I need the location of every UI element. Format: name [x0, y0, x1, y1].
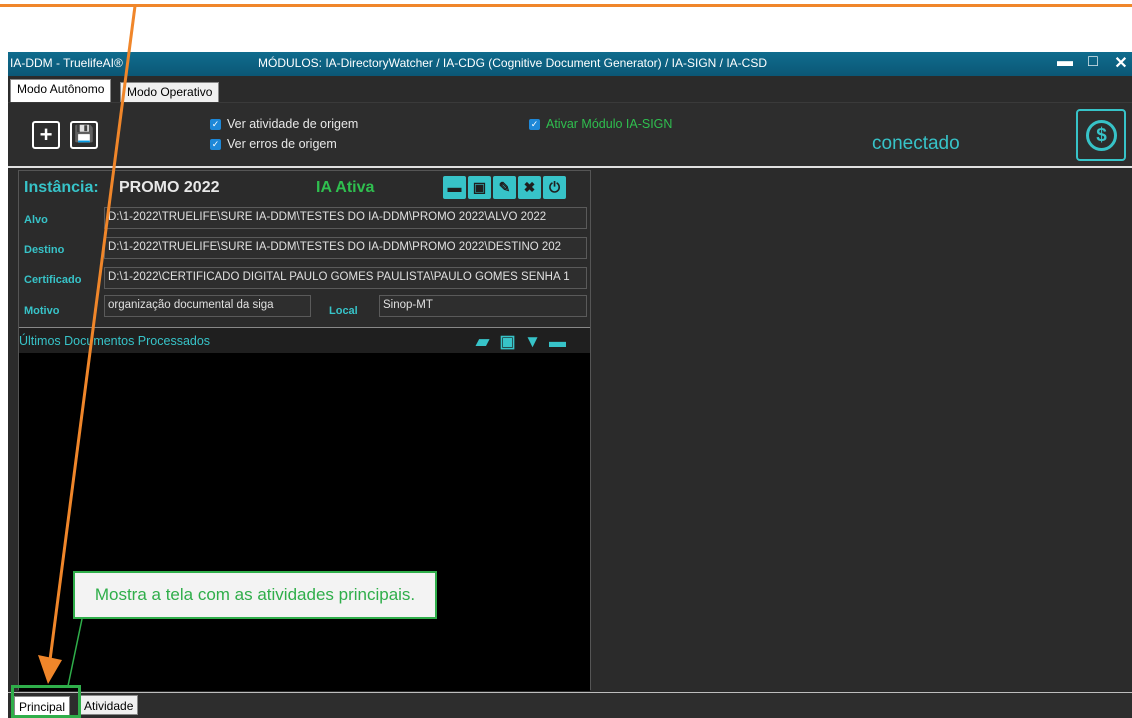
add-button[interactable]: + — [32, 121, 60, 149]
instance-actions: ▬ ▣ ✎ ✖ ⏻ — [443, 176, 566, 199]
destino-label: Destino — [24, 244, 65, 256]
power-icon[interactable]: ⏻ — [543, 176, 566, 199]
annotation-callout: Mostra a tela com as atividades principa… — [73, 571, 437, 619]
open-folder-icon[interactable]: ▰ — [471, 330, 494, 353]
check-ver-atividade-label: Ver atividade de origem — [227, 117, 359, 131]
modules-title: MÓDULOS: IA-DirectoryWatcher / IA-CDG (C… — [258, 56, 768, 70]
alvo-label: Alvo — [24, 214, 48, 226]
folder-icon[interactable]: ▬ — [546, 330, 569, 353]
motivo-label: Motivo — [24, 305, 60, 317]
check-ver-erros-label: Ver erros de origem — [227, 137, 337, 151]
window-controls: ▬ □ ✕ — [1054, 53, 1132, 73]
check-ver-erros[interactable]: ✓ Ver erros de origem — [210, 137, 337, 151]
check-ver-atividade[interactable]: ✓ Ver atividade de origem — [210, 117, 358, 131]
mode-tabs: Modo Autônomo Modo Operativo — [8, 76, 1132, 102]
title-bar: IA-DDM - TruelifeAI® MÓDULOS: IA-Directo… — [8, 52, 1132, 76]
local-input[interactable]: Sinop-MT — [379, 295, 587, 317]
right-panel — [591, 170, 1132, 690]
tab-atividade[interactable]: Atividade — [79, 695, 139, 715]
save-button[interactable]: 💾 — [70, 121, 98, 149]
instance-name: PROMO 2022 — [119, 179, 220, 196]
save-icon[interactable]: ▣ — [468, 176, 491, 199]
destino-input[interactable]: D:\1-2022\TRUELIFE\SURE IA-DDM\TESTES DO… — [104, 237, 587, 259]
toolbar: + 💾 ✓ Ver atividade de origem ✓ Ver erro… — [8, 102, 1132, 168]
checkbox-checked-icon[interactable]: ✓ — [210, 118, 221, 130]
alvo-input[interactable]: D:\1-2022\TRUELIFE\SURE IA-DDM\TESTES DO… — [104, 207, 587, 229]
check-ativar-sign[interactable]: ✓ Ativar Módulo IA-SIGN — [529, 117, 672, 131]
bottom-tabs: Principal Atividade — [8, 692, 1132, 718]
certificado-input[interactable]: D:\1-2022\CERTIFICADO DIGITAL PAULO GOME… — [104, 267, 587, 289]
tab-modo-autonomo[interactable]: Modo Autônomo — [10, 79, 112, 102]
trash-icon[interactable]: ▼ — [521, 330, 544, 353]
trash-icon[interactable]: ✖ — [518, 176, 541, 199]
instance-label: Instância: — [24, 179, 99, 196]
instance-header: Instância: PROMO 2022 IA Ativa ▬ ▣ ✎ ✖ ⏻… — [19, 171, 590, 327]
ia-status: IA Ativa — [316, 179, 375, 196]
certificado-label: Certificado — [24, 274, 82, 286]
wrench-icon[interactable]: ✎ — [493, 176, 516, 199]
minimize-icon[interactable]: ▬ — [1054, 53, 1076, 73]
connection-status: conectado — [872, 133, 960, 154]
folder-open-icon[interactable]: ▬ — [443, 176, 466, 199]
annotation-top-line — [0, 0, 1132, 7]
maximize-icon[interactable]: □ — [1082, 53, 1104, 73]
local-label: Local — [329, 305, 358, 317]
tab-modo-operativo[interactable]: Modo Operativo — [120, 82, 220, 102]
app-title: IA-DDM - TruelifeAI® — [10, 56, 123, 70]
checkbox-checked-icon[interactable]: ✓ — [210, 138, 221, 150]
annotation-highlight-principal — [11, 685, 81, 718]
checkbox-checked-icon[interactable]: ✓ — [529, 118, 540, 130]
docs-list[interactable] — [19, 353, 590, 691]
docs-header: Últimos Documentos Processados ▰ ▣ ▼ ▬ — [19, 327, 590, 353]
save-icon[interactable]: ▣ — [496, 330, 519, 353]
docs-actions: ▰ ▣ ▼ ▬ — [471, 330, 569, 353]
motivo-input[interactable]: organização documental da siga — [104, 295, 311, 317]
dollar-icon: $ — [1086, 120, 1117, 151]
docs-title: Últimos Documentos Processados — [19, 334, 211, 348]
check-ativar-sign-label: Ativar Módulo IA-SIGN — [546, 117, 673, 131]
close-icon[interactable]: ✕ — [1110, 53, 1132, 73]
billing-button[interactable]: $ — [1076, 109, 1126, 161]
